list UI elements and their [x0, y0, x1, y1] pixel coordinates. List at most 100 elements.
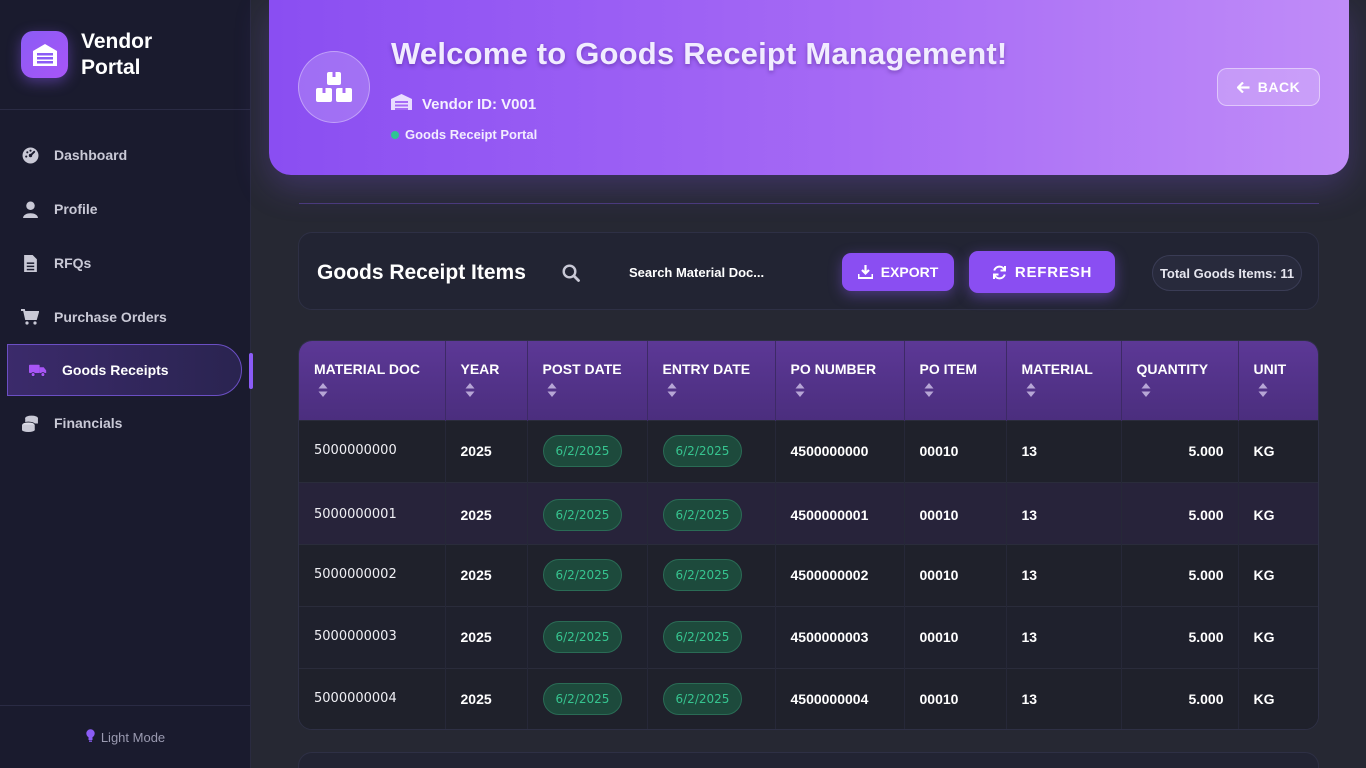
sidebar-item-profile[interactable]: Profile	[0, 182, 250, 236]
column-header-label: MATERIAL	[1021, 361, 1093, 377]
table-cell: 5.000	[1121, 420, 1239, 482]
bottom-card	[298, 752, 1319, 768]
sidebar-item-financials[interactable]: Financials	[0, 396, 250, 450]
column-header[interactable]: QUANTITY	[1121, 341, 1239, 420]
sidebar-item-purchase-orders[interactable]: Purchase Orders	[0, 290, 250, 344]
table-cell: 13	[1006, 606, 1122, 668]
table-cell: 2025	[445, 420, 528, 482]
table-cell: KG	[1253, 691, 1275, 708]
sort-icon[interactable]	[791, 383, 904, 397]
sidebar-item-goods-receipts[interactable]: Goods Receipts	[7, 344, 253, 396]
table-cell: KG	[1253, 443, 1275, 459]
date-badge: 6/2/2025	[662, 435, 743, 467]
cart-icon	[21, 308, 39, 326]
sort-icon[interactable]	[1022, 383, 1121, 397]
column-header[interactable]: PO NUMBER	[775, 341, 905, 420]
column-header-label: PO ITEM	[919, 361, 978, 377]
sort-icon[interactable]	[543, 383, 647, 397]
table-cell: 4500000001	[775, 482, 905, 544]
table-row[interactable]: 5000000002 2025 6/2/2025 6/2/2025 4500000002…	[299, 544, 1318, 606]
date-badge: 6/2/2025	[542, 499, 623, 531]
page-title: Welcome to Goods Receipt Management!	[391, 36, 1008, 71]
section-title: Goods Receipt Items	[317, 261, 526, 284]
table-cell: 4500000004	[775, 668, 905, 729]
sidebar-item-label: Profile	[54, 201, 98, 217]
sort-icon[interactable]	[920, 383, 1006, 397]
table-cell: 00010	[904, 668, 1007, 729]
table-cell: 6/2/2025	[647, 544, 776, 606]
back-button-label: BACK	[1257, 79, 1301, 95]
table-cell: 13	[1006, 482, 1122, 544]
table-cell: 13	[1006, 668, 1122, 729]
column-header[interactable]: MATERIAL DOC	[299, 341, 446, 420]
table-row[interactable]: 5000000000 2025 6/2/2025 6/2/2025 4500000000…	[299, 420, 1318, 482]
table-cell: 13	[1006, 544, 1122, 606]
sidebar-item-label: Financials	[54, 415, 123, 431]
table-cell: 5000000004	[299, 668, 446, 729]
table-toolbar: Goods Receipt Items EXPORT REFRESH Total…	[298, 232, 1319, 310]
data-table: MATERIAL DOC YEAR POST DATE ENTRY DATE PO NU…	[299, 341, 1319, 729]
theme-toggle[interactable]: Light Mode	[0, 705, 251, 768]
table-cell: KG	[1253, 567, 1275, 583]
brand: Vendor Portal	[0, 0, 250, 110]
sort-icon[interactable]	[1254, 383, 1319, 397]
search-icon[interactable]	[562, 264, 580, 287]
date-badge: 6/2/2025	[542, 559, 623, 591]
sort-icon[interactable]	[314, 383, 445, 397]
table-cell: 4500000002	[775, 544, 905, 606]
table-row[interactable]: 5000000001 2025 6/2/2025 6/2/2025 4500000001…	[299, 482, 1318, 544]
sort-icon[interactable]	[1137, 383, 1238, 397]
brand-name: Vendor Portal	[81, 29, 153, 79]
date-badge: 6/2/2025	[662, 559, 743, 591]
column-header-label: MATERIAL DOC	[314, 361, 421, 377]
table-cell: 6/2/2025	[527, 606, 648, 668]
column-header-label: ENTRY DATE	[662, 361, 751, 377]
table-cell: 13	[1006, 420, 1122, 482]
boxes-icon	[298, 51, 370, 123]
refresh-button[interactable]: REFRESH	[969, 251, 1115, 293]
refresh-button-label: REFRESH	[1014, 263, 1093, 281]
table-cell: KG	[1253, 629, 1275, 645]
table-cell: 6/2/2025	[647, 482, 776, 544]
table-cell: 00010	[904, 544, 1007, 606]
warehouse-icon	[391, 94, 412, 114]
date-badge: 6/2/2025	[662, 499, 743, 531]
table-row[interactable]: 5000000004 2025 6/2/2025 6/2/2025 4500000004…	[299, 668, 1318, 729]
theme-toggle-label: Light Mode	[100, 729, 166, 745]
coins-icon	[21, 414, 39, 432]
table-cell: 00010	[904, 482, 1007, 544]
portal-tag-text: Goods Receipt Portal	[405, 127, 538, 142]
table-cell: 5.000	[1121, 482, 1239, 544]
column-header[interactable]: MATERIAL	[1006, 341, 1122, 420]
sort-icon[interactable]	[663, 383, 775, 397]
sidebar-item-rfqs[interactable]: RFQs	[0, 236, 250, 290]
column-header[interactable]: ENTRY DATE	[647, 341, 776, 420]
column-header[interactable]: UNIT	[1238, 341, 1319, 420]
portal-tag: Goods Receipt Portal	[391, 127, 537, 142]
date-badge: 6/2/2025	[542, 435, 623, 467]
table-cell: 5.000	[1121, 544, 1239, 606]
back-button[interactable]: BACK	[1217, 68, 1320, 106]
table-cell: 6/2/2025	[527, 482, 648, 544]
table-row[interactable]: 5000000003 2025 6/2/2025 6/2/2025 4500000003…	[299, 606, 1318, 668]
column-header[interactable]: YEAR	[445, 341, 528, 420]
table-cell: 6/2/2025	[647, 420, 776, 482]
column-header[interactable]: POST DATE	[527, 341, 648, 420]
sort-icon[interactable]	[461, 383, 527, 397]
user-icon	[21, 200, 39, 218]
search-input[interactable]	[629, 261, 799, 283]
total-items-badge: Total Goods Items: 11	[1152, 255, 1302, 291]
table-cell: 5000000000	[299, 420, 446, 482]
export-button[interactable]: EXPORT	[842, 253, 954, 291]
column-header-label: UNIT	[1253, 361, 1287, 377]
arrow-left-icon	[1236, 81, 1250, 93]
sidebar-item-dashboard[interactable]: Dashboard	[0, 128, 250, 182]
column-header-label: PO NUMBER	[790, 361, 877, 377]
column-header[interactable]: PO ITEM	[904, 341, 1007, 420]
table-cell: KG	[1253, 507, 1275, 523]
table-body: 5000000000 2025 6/2/2025 6/2/2025 4500000000…	[299, 420, 1318, 729]
table-cell: 6/2/2025	[647, 668, 776, 729]
welcome-banner: Welcome to Goods Receipt Management! Ven…	[269, 0, 1349, 175]
refresh-icon	[992, 265, 1007, 280]
table-cell: 4500000000	[775, 420, 905, 482]
